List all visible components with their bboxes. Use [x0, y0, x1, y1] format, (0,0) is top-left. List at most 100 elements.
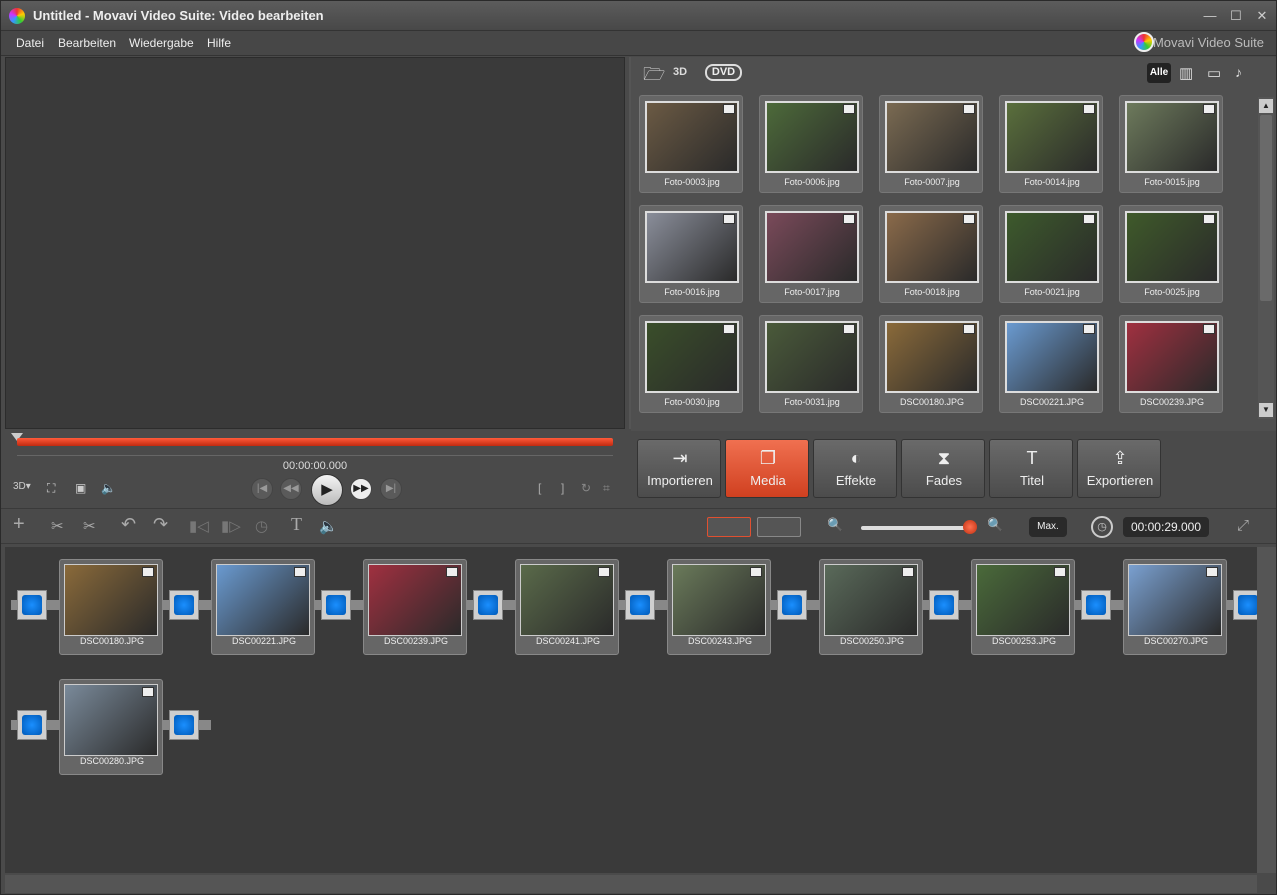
storyboard-clip[interactable]: DSC00180.JPG — [59, 559, 163, 655]
close-button[interactable]: ✕ — [1253, 7, 1271, 25]
transition-slot[interactable] — [17, 590, 47, 620]
aspect-icon[interactable]: ▣ — [75, 481, 86, 495]
image-type-icon — [446, 567, 458, 577]
storyboard-clip[interactable]: DSC00280.JPG — [59, 679, 163, 775]
storyboard-clip[interactable]: DSC00221.JPG — [211, 559, 315, 655]
media-thumbnail[interactable]: DSC00239.JPG — [1119, 315, 1223, 413]
undo-icon[interactable]: ↶ — [121, 514, 136, 535]
media-thumbnail[interactable]: Foto-0003.jpg — [639, 95, 743, 193]
duration-icon[interactable]: ◷ — [255, 517, 268, 535]
transition-slot[interactable] — [17, 710, 47, 740]
media-thumbnail[interactable]: Foto-0016.jpg — [639, 205, 743, 303]
transition-slot[interactable] — [625, 590, 655, 620]
play-button[interactable]: ▶ — [311, 474, 343, 506]
volume-icon[interactable]: 🔈 — [101, 481, 116, 495]
image-type-icon — [843, 324, 855, 334]
tab-fades[interactable]: ⧗ Fades — [901, 439, 985, 498]
fullscreen-icon[interactable]: ⛶ — [47, 481, 55, 496]
media-thumbnail[interactable]: DSC00180.JPG — [879, 315, 983, 413]
zoom-max-button[interactable]: Max. — [1029, 517, 1067, 537]
media-thumbnail[interactable]: Foto-0017.jpg — [759, 205, 863, 303]
transition-slot[interactable] — [777, 590, 807, 620]
filter-all-button[interactable]: Alle — [1147, 63, 1171, 83]
add-icon[interactable]: + — [13, 513, 25, 536]
storyboard-clip[interactable]: DSC00270.JPG — [1123, 559, 1227, 655]
media-thumbnail[interactable]: Foto-0006.jpg — [759, 95, 863, 193]
media-thumbnail[interactable]: Foto-0014.jpg — [999, 95, 1103, 193]
clip-caption: DSC00180.JPG — [79, 636, 145, 646]
minimize-button[interactable]: — — [1201, 7, 1219, 25]
preview-timeline-bar[interactable] — [17, 438, 613, 446]
zoom-slider[interactable] — [861, 526, 969, 530]
filter-audio-icon[interactable]: ♪ — [1235, 64, 1242, 80]
tab-titel[interactable]: T Titel — [989, 439, 1073, 498]
transition-slot[interactable] — [169, 590, 199, 620]
redo-icon[interactable]: ↷ — [153, 514, 168, 535]
tab-exportieren[interactable]: ⇪ Exportieren — [1077, 439, 1161, 498]
storyboard-scrollbar[interactable] — [1257, 547, 1276, 873]
media-thumbnail[interactable]: Foto-0018.jpg — [879, 205, 983, 303]
media-thumbnail[interactable]: Foto-0015.jpg — [1119, 95, 1223, 193]
tab-media[interactable]: ❐ Media — [725, 439, 809, 498]
media-scrollbar[interactable]: ▲ ▼ — [1258, 97, 1274, 419]
folder-icon[interactable]: 🗁 — [643, 62, 665, 92]
menu-wiedergabe[interactable]: Wiedergabe — [129, 36, 194, 50]
loop-icon[interactable]: ↻ — [581, 481, 591, 495]
expand-icon[interactable]: ⤢ — [1237, 517, 1249, 534]
3d-mode-icon[interactable]: 3D▾ — [13, 481, 31, 492]
tab-effekte[interactable]: ◐ Effekte — [813, 439, 897, 498]
storyboard-view-button[interactable] — [707, 517, 751, 537]
dvd-button[interactable]: DVD — [705, 64, 742, 81]
timeline-view-button[interactable] — [757, 517, 801, 537]
record-audio-icon[interactable]: 🔈 — [319, 517, 338, 535]
media-thumbnail[interactable]: Foto-0021.jpg — [999, 205, 1103, 303]
menu-datei[interactable]: Datei — [16, 36, 44, 50]
scroll-thumb[interactable] — [1260, 115, 1272, 301]
media-thumbnail[interactable]: Foto-0025.jpg — [1119, 205, 1223, 303]
mark-out-button[interactable]: ] — [561, 481, 564, 495]
previous-button[interactable]: |◀ — [251, 478, 273, 500]
storyboard-clip[interactable]: DSC00253.JPG — [971, 559, 1075, 655]
scroll-up-icon[interactable]: ▲ — [1259, 99, 1273, 113]
filter-image-icon[interactable]: ▭ — [1207, 64, 1221, 82]
next-button[interactable]: ▶| — [380, 478, 402, 500]
clip-caption: DSC00250.JPG — [839, 636, 905, 646]
transition-slot[interactable] — [1081, 590, 1111, 620]
image-type-icon — [1083, 324, 1095, 334]
forward-button[interactable]: ▶▶ — [350, 478, 372, 500]
zoom-out-icon[interactable]: 🔍 — [987, 517, 1003, 533]
media-thumbnail[interactable]: Foto-0031.jpg — [759, 315, 863, 413]
filter-video-icon[interactable]: ▥ — [1179, 64, 1193, 82]
transition-slot[interactable] — [473, 590, 503, 620]
mark-in-button[interactable]: [ — [538, 481, 541, 495]
storyboard-clip[interactable]: DSC00250.JPG — [819, 559, 923, 655]
transition-slot[interactable] — [169, 710, 199, 740]
transition-slot[interactable] — [929, 590, 959, 620]
split-icon[interactable]: ✂ — [83, 517, 96, 535]
media-thumbnail[interactable]: Foto-0030.jpg — [639, 315, 743, 413]
storyboard-clip[interactable]: DSC00241.JPG — [515, 559, 619, 655]
trim-end-icon[interactable]: ▮▷ — [221, 517, 241, 535]
rewind-button[interactable]: ◀◀ — [280, 478, 302, 500]
media-thumbnail[interactable]: DSC00221.JPG — [999, 315, 1103, 413]
menu-bearbeiten[interactable]: Bearbeiten — [58, 36, 116, 50]
menu-hilfe[interactable]: Hilfe — [207, 36, 231, 50]
maximize-button[interactable]: ☐ — [1227, 7, 1245, 25]
title-icon: T — [1026, 448, 1038, 468]
zoom-slider-knob[interactable] — [963, 520, 977, 534]
crop-icon[interactable]: ⌗ — [603, 481, 610, 496]
storyboard-clip[interactable]: DSC00243.JPG — [667, 559, 771, 655]
scroll-down-icon[interactable]: ▼ — [1259, 403, 1273, 417]
three-d-button[interactable]: 3D — [673, 66, 687, 78]
trim-start-icon[interactable]: ▮◁ — [189, 517, 209, 535]
transition-slot[interactable] — [321, 590, 351, 620]
cut-icon[interactable]: ✂ — [51, 517, 64, 535]
storyboard-clip[interactable]: DSC00239.JPG — [363, 559, 467, 655]
mode-tabs: ⇥ Importieren ❐ Media ◐ Effekte ⧗ Fades T Tit… — [637, 439, 1167, 499]
video-preview[interactable] — [5, 57, 625, 429]
tab-importieren[interactable]: ⇥ Importieren — [637, 439, 721, 498]
media-thumbnail[interactable]: Foto-0007.jpg — [879, 95, 983, 193]
text-icon[interactable]: T — [291, 514, 302, 535]
zoom-in-icon[interactable]: 🔍 — [827, 517, 843, 533]
status-strip — [5, 875, 1257, 893]
